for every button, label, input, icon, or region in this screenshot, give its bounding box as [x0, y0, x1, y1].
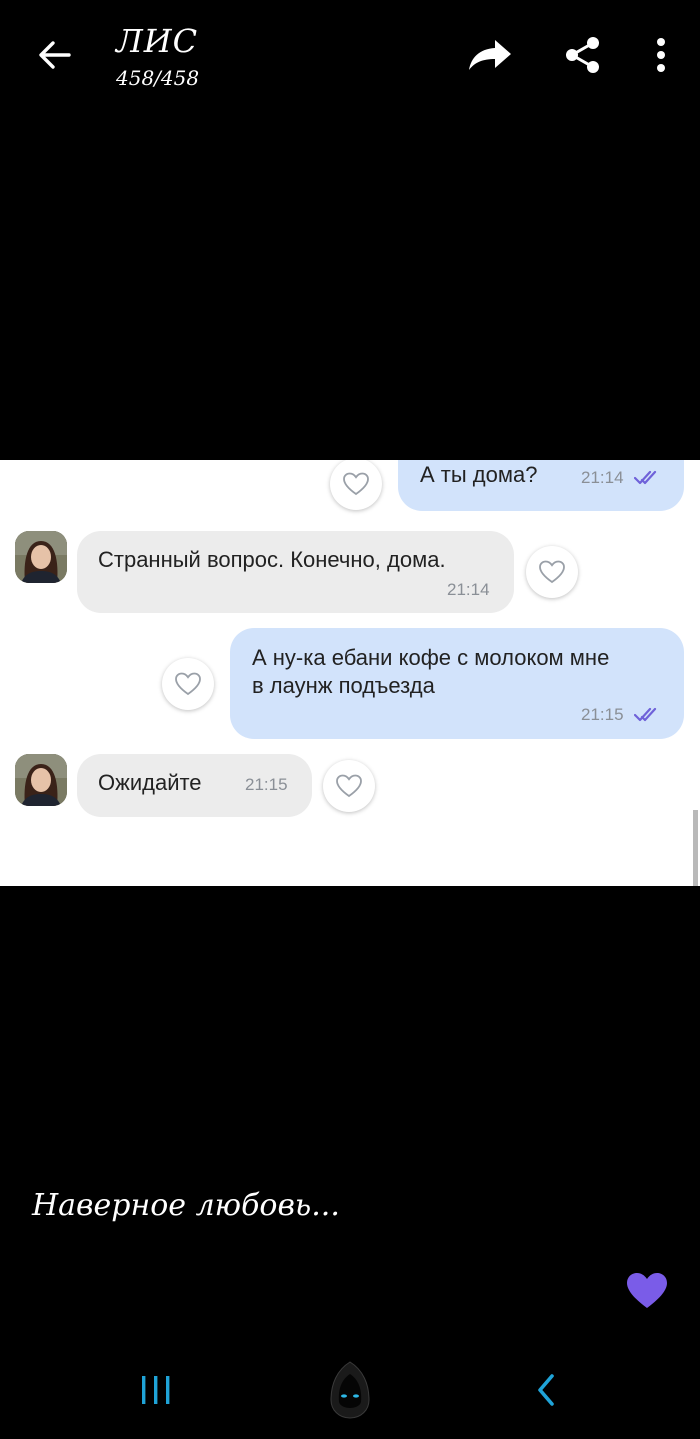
like-button[interactable] [323, 760, 375, 812]
like-button[interactable] [162, 658, 214, 710]
read-checkmarks-icon [634, 470, 657, 485]
image-counter: 458/458 [116, 66, 200, 90]
scrollbar[interactable] [693, 810, 698, 886]
nav-back-button[interactable] [516, 1360, 576, 1420]
like-button[interactable] [526, 546, 578, 598]
heart-filled-icon [627, 1273, 667, 1308]
message-time: 21:15 [581, 705, 624, 724]
home-button[interactable] [320, 1360, 380, 1420]
message-text: А ты дома? [420, 462, 538, 487]
message-bubble-incoming: Странный вопрос. Конечно, дома. 21:14 [77, 531, 514, 613]
page-title: ЛИС [116, 22, 199, 60]
heart-outline-icon [175, 672, 201, 696]
message-text: Ожидайте [98, 770, 202, 795]
viewer-toolbar: ЛИС 458/458 [0, 0, 700, 110]
more-options-button[interactable] [636, 30, 686, 80]
message-bubble-outgoing: А ну-ка ебани кофе с молоком мне в лаунж… [230, 628, 684, 739]
heart-outline-icon [539, 560, 565, 584]
arrow-left-icon [39, 41, 71, 69]
system-navigation-bar [0, 1350, 700, 1439]
chat-screenshot: А ты дома? 21:14 Странный вопрос. Конечн… [0, 460, 700, 886]
share-button[interactable] [558, 30, 608, 80]
message-time: 21:14 [447, 580, 490, 599]
back-button[interactable] [30, 30, 80, 80]
message-text-line-2: в лаунж подъезда [252, 673, 435, 698]
share-icon [566, 37, 599, 73]
message-bubble-incoming: Ожидайте 21:15 [77, 754, 312, 817]
message-bubble-outgoing: А ты дома? 21:14 [398, 460, 684, 511]
message-time: 21:14 [581, 468, 624, 487]
message-time: 21:15 [245, 775, 288, 794]
message-text-line-1: А ну-ка ебани кофе с молоком мне [252, 645, 610, 670]
avatar[interactable] [15, 531, 67, 583]
message-text: Странный вопрос. Конечно, дома. [98, 547, 446, 572]
recents-icon [142, 1376, 170, 1404]
like-post-button[interactable] [624, 1268, 670, 1314]
home-icon [330, 1361, 370, 1419]
forward-arrow-icon [469, 40, 511, 70]
avatar-photo [15, 754, 67, 806]
like-button[interactable] [330, 460, 382, 510]
heart-outline-icon [336, 774, 362, 798]
forward-button[interactable] [465, 30, 515, 80]
nav-back-icon [538, 1374, 554, 1406]
avatar-photo [15, 531, 67, 583]
more-vertical-icon [657, 38, 665, 72]
read-checkmarks-icon [634, 707, 657, 722]
recents-button[interactable] [126, 1360, 186, 1420]
heart-outline-icon [343, 472, 369, 496]
post-caption: Наверное любовь... [32, 1188, 340, 1223]
avatar[interactable] [15, 754, 67, 806]
